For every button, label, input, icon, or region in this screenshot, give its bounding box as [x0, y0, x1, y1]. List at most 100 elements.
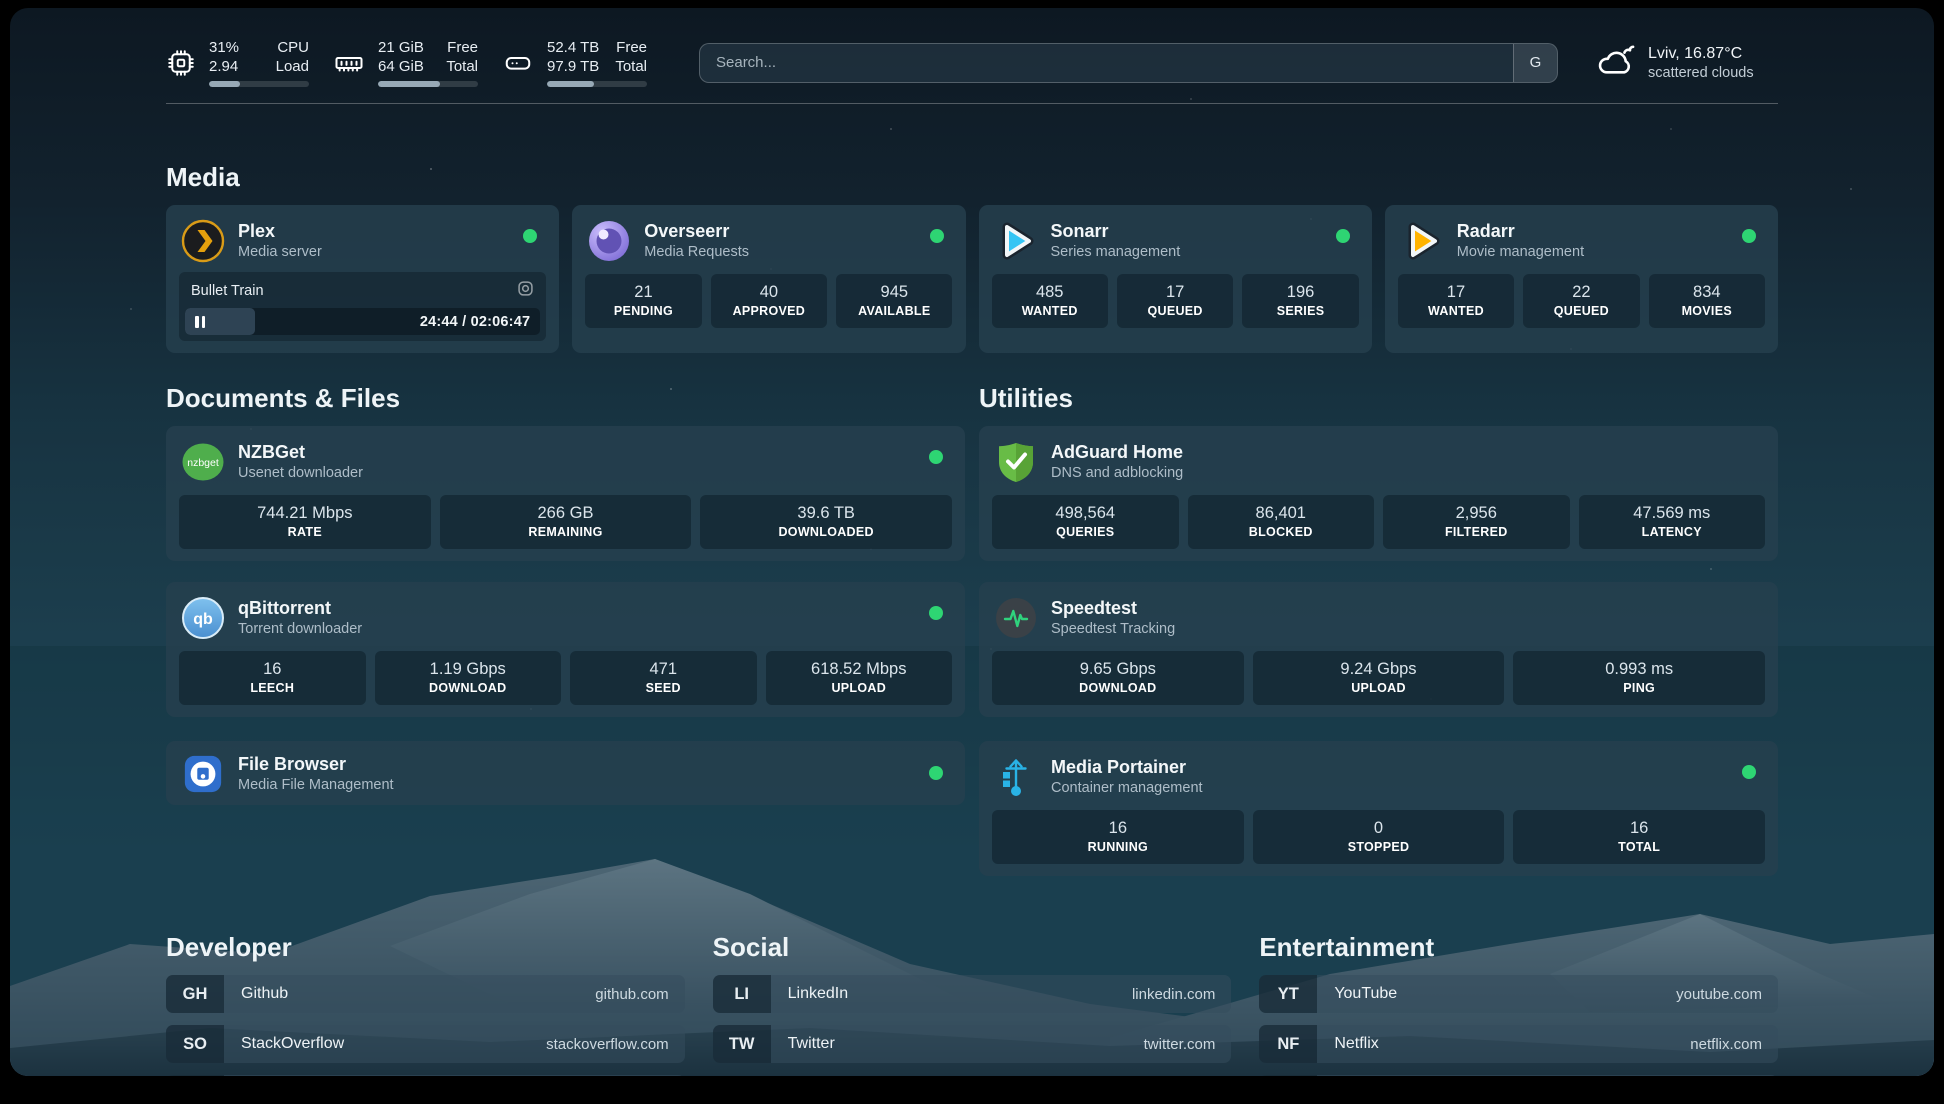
bookmark-youtube[interactable]: YT YouTube youtube.com: [1259, 975, 1778, 1013]
svg-text:qb: qb: [193, 611, 213, 628]
dashboard-window: 31% 2.94 CPU Load: [10, 8, 1934, 1076]
service-card-nzbget[interactable]: nzbget NZBGet Usenet downloader 744.21 M…: [166, 426, 965, 561]
bookmark-name: DEV: [224, 1075, 274, 1076]
bookmark-abbr: NF: [1259, 1025, 1317, 1063]
stat-series: 196 SERIES: [1242, 274, 1358, 328]
bookmark-abbr: RE: [1259, 1075, 1317, 1076]
service-description: Torrent downloader: [238, 620, 362, 639]
bookmark-netflix[interactable]: NF Netflix netflix.com: [1259, 1025, 1778, 1063]
radarr-icon: [1400, 219, 1444, 263]
service-card-overseerr[interactable]: Overseerr Media Requests 21 PENDING 40 A…: [572, 205, 965, 353]
stat-approved: 40 APPROVED: [711, 274, 827, 328]
service-card-filebrowser[interactable]: File Browser Media File Management: [166, 741, 965, 805]
bookmark-reddit[interactable]: RE Reddit reddit.com: [1259, 1075, 1778, 1076]
bookmark-name: YouTube: [1317, 975, 1397, 1013]
status-dot: [1742, 765, 1756, 779]
bookmark-abbr: TW: [713, 1025, 771, 1063]
section-title-social: Social: [713, 932, 1232, 963]
memory-label-1: Free: [446, 38, 478, 57]
service-description: Movie management: [1457, 243, 1584, 262]
status-dot: [1742, 229, 1756, 243]
stat-queries: 498,564 QUERIES: [992, 495, 1179, 549]
service-card-plex[interactable]: Plex Media server Bullet Train: [166, 205, 559, 353]
qbittorrent-icon: qb: [181, 596, 225, 640]
disk-widget: 52.4 TB 97.9 TB Free Total: [502, 38, 647, 87]
bookmark-abbr: DT: [166, 1075, 224, 1076]
nzbget-icon: nzbget: [181, 440, 225, 484]
memory-free-value: 21 GiB: [378, 38, 424, 57]
cpu-progress-fill: [209, 81, 240, 87]
disk-free-value: 52.4 TB: [547, 38, 599, 57]
section-entertainment: Entertainment YT YouTube youtube.com NF …: [1259, 932, 1778, 1076]
stat-downloaded: 39.6 TB DOWNLOADED: [700, 495, 952, 549]
bookmark-name: Github: [224, 975, 288, 1013]
service-card-speedtest[interactable]: Speedtest Speedtest Tracking 9.65 Gbps D…: [979, 582, 1778, 717]
bookmark-url: youtube.com: [1676, 975, 1778, 1013]
stat-wanted: 485 WANTED: [992, 274, 1108, 328]
status-dot: [929, 450, 943, 464]
bookmark-url: dev.to: [629, 1075, 685, 1076]
service-name: qBittorrent: [238, 597, 362, 620]
bookmark-twitter[interactable]: TW Twitter twitter.com: [713, 1025, 1232, 1063]
bookmark-stackoverflow[interactable]: SO StackOverflow stackoverflow.com: [166, 1025, 685, 1063]
disk-icon: [502, 48, 534, 78]
search-bar: G: [699, 43, 1558, 83]
service-name: File Browser: [238, 753, 394, 776]
stat-remaining: 266 GB REMAINING: [440, 495, 692, 549]
stat-blocked: 86,401 BLOCKED: [1188, 495, 1375, 549]
bookmark-url: twitter.com: [1144, 1025, 1232, 1063]
search-provider-button[interactable]: G: [1513, 44, 1557, 82]
cpu-load-value: 2.94: [209, 57, 239, 76]
service-card-sonarr[interactable]: Sonarr Series management 485 WANTED 17 Q…: [979, 205, 1372, 353]
service-name: Speedtest: [1051, 597, 1175, 620]
service-card-adguard[interactable]: AdGuard Home DNS and adblocking 498,564 …: [979, 426, 1778, 561]
service-name: AdGuard Home: [1051, 441, 1183, 464]
cpu-usage-value: 31%: [209, 38, 239, 57]
bookmark-github[interactable]: GH Github github.com: [166, 975, 685, 1013]
now-playing-progress: 24:44 / 02:06:47: [185, 308, 540, 335]
service-description: Container management: [1051, 779, 1203, 798]
disk-progress-fill: [547, 81, 594, 87]
bookmark-abbr: YT: [1259, 975, 1317, 1013]
adguard-icon: [994, 440, 1038, 484]
bookmark-linkedin[interactable]: LI LinkedIn linkedin.com: [713, 975, 1232, 1013]
snow-specks: [10, 8, 12, 10]
portainer-icon: [994, 755, 1038, 799]
disk-label-1: Free: [615, 38, 647, 57]
stat-download: 9.65 Gbps DOWNLOAD: [992, 651, 1244, 705]
memory-label-2: Total: [446, 57, 478, 76]
cpu-label-1: CPU: [276, 38, 309, 57]
service-description: Series management: [1051, 243, 1181, 262]
service-description: Media Requests: [644, 243, 749, 262]
screenshot-frame: 31% 2.94 CPU Load: [0, 0, 1944, 1104]
overseerr-icon: [587, 219, 631, 263]
status-dot: [1336, 229, 1350, 243]
bookmark-abbr: GH: [166, 975, 224, 1013]
stat-available: 945 AVAILABLE: [836, 274, 952, 328]
sonarr-icon: [994, 219, 1038, 263]
bookmark-dev[interactable]: DT DEV dev.to: [166, 1075, 685, 1076]
plex-now-playing: Bullet Train 24:44 / 02:06:47: [179, 272, 546, 341]
plex-icon: [181, 219, 225, 263]
section-title-media: Media: [166, 162, 1778, 193]
stat-wanted: 17 WANTED: [1398, 274, 1514, 328]
section-title-entertainment: Entertainment: [1259, 932, 1778, 963]
search-input[interactable]: [700, 44, 1513, 82]
service-name: Media Portainer: [1051, 756, 1203, 779]
service-name: NZBGet: [238, 441, 363, 464]
stat-upload: 618.52 Mbps UPLOAD: [766, 651, 953, 705]
stat-queued: 22 QUEUED: [1523, 274, 1639, 328]
speedtest-icon: [994, 596, 1038, 640]
ram-icon: [333, 48, 365, 78]
weather-location: Lviv, 16.87°C: [1648, 43, 1754, 64]
section-developer: Developer GH Github github.com SO StackO…: [166, 932, 685, 1076]
cloud-icon: [1596, 43, 1636, 82]
stat-queued: 17 QUEUED: [1117, 274, 1233, 328]
cpu-progress-track: [209, 81, 309, 87]
stat-pending: 21 PENDING: [585, 274, 701, 328]
section-title-utilities: Utilities: [979, 383, 1778, 414]
service-card-portainer[interactable]: Media Portainer Container management 16 …: [979, 741, 1778, 876]
service-card-radarr[interactable]: Radarr Movie management 17 WANTED 22 QUE…: [1385, 205, 1778, 353]
bookmark-name: Netflix: [1317, 1025, 1378, 1063]
service-card-qbittorrent[interactable]: qb qBittorrent Torrent downloader 16 LEE…: [166, 582, 965, 717]
